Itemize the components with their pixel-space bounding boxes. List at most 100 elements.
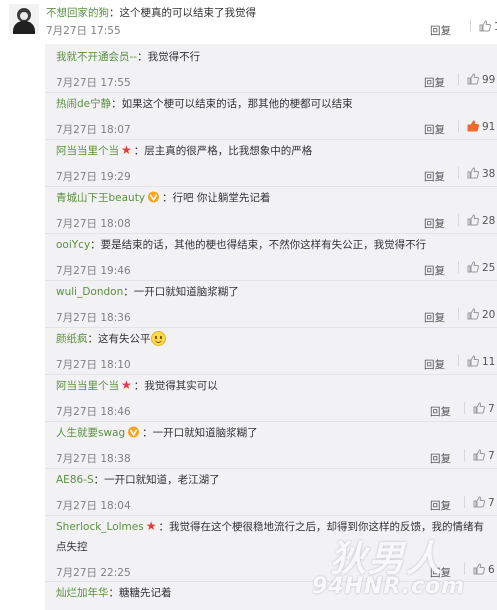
thumbs-up-icon xyxy=(467,355,479,367)
reply-username[interactable]: Sherlock_Lolmes xyxy=(56,521,144,533)
like-count: 99 xyxy=(482,74,496,86)
reply-text-line: 颜纸疯：这有失公平 xyxy=(56,331,166,346)
reply-text: ：糖糖先记着 xyxy=(108,587,172,599)
reply-date: 7月27日 18:46 xyxy=(56,406,131,418)
comment-date: 7月27日 17:55 xyxy=(46,25,121,37)
top-comment: 不想回家的狗：这个梗真的可以结束了我觉得 7月27日 17:55 回复 10 xyxy=(0,0,497,44)
like-button[interactable]: 7 xyxy=(464,496,495,509)
reply-text-line: 阿当当里个当 ★ ：层主真的很严格，比我想象中的严格 xyxy=(56,143,312,158)
like-button[interactable]: 7 xyxy=(464,402,495,415)
divider xyxy=(45,581,497,582)
reply-date: 7月27日 17:55 xyxy=(56,77,131,89)
reply-username[interactable]: 颜纸疯 xyxy=(56,333,88,345)
reply-button[interactable]: 回复 xyxy=(424,169,445,184)
reply-text-line: 热闹de宁静：如果这个梗可以结束的话，那其他的梗都可以结束 xyxy=(56,96,353,111)
thumbs-up-icon xyxy=(473,402,485,414)
divider xyxy=(458,167,459,179)
reply-text: ：如果这个梗可以结束的话，那其他的梗都可以结束 xyxy=(111,98,353,110)
reply-username[interactable]: 阿当当里个当 xyxy=(56,145,119,157)
comment-text-line: 不想回家的狗：这个梗真的可以结束了我觉得 xyxy=(46,5,256,20)
thumbs-up-icon xyxy=(473,563,485,575)
reply-username[interactable]: wuli_Dondon xyxy=(56,286,123,298)
divider xyxy=(45,280,497,281)
divider xyxy=(45,421,497,422)
like-button[interactable]: 91 xyxy=(458,120,495,133)
like-button[interactable]: 11 xyxy=(458,355,495,368)
reply-text-line: wuli_Dondon：一开口就知道脑浆糊了 xyxy=(56,284,239,299)
reply-username[interactable]: 灿烂加年华 xyxy=(56,587,109,599)
thumbs-up-icon xyxy=(473,496,485,508)
reply-button[interactable]: 回复 xyxy=(424,75,445,90)
reply-date: 7月27日 18:10 xyxy=(56,359,131,371)
reply-button[interactable]: 回复 xyxy=(424,122,445,137)
thumbs-up-icon xyxy=(467,261,479,273)
thumbs-up-icon xyxy=(467,214,479,226)
like-count: 7 xyxy=(488,450,495,462)
like-button[interactable]: 6 xyxy=(464,563,495,576)
star-badge-icon: ★ xyxy=(121,143,132,157)
smile-emoji-icon xyxy=(150,331,166,346)
reply-button[interactable]: 回复 xyxy=(430,404,451,419)
reply-button[interactable]: 回复 xyxy=(430,23,451,38)
like-count: 91 xyxy=(482,121,496,133)
comment-username[interactable]: 不想回家的狗 xyxy=(46,7,109,19)
like-button[interactable]: 25 xyxy=(458,261,495,274)
thumbs-up-icon xyxy=(467,120,479,132)
thumbs-up-icon xyxy=(479,20,491,32)
divider xyxy=(45,233,497,234)
like-count: 7 xyxy=(488,403,495,415)
reply-username[interactable]: 阿当当里个当 xyxy=(56,380,119,392)
divider xyxy=(458,261,459,273)
divider xyxy=(45,139,497,140)
divider xyxy=(45,374,497,375)
reply-button[interactable]: 回复 xyxy=(424,310,445,325)
reply-button[interactable]: 回复 xyxy=(430,451,451,466)
thumbs-up-icon xyxy=(473,449,485,461)
reply-text: ：我觉得不行 xyxy=(137,51,201,63)
reply-date: 7月27日 22:25 xyxy=(56,567,131,579)
reply-username[interactable]: AE86-S xyxy=(56,474,94,486)
reply-text: ：这有失公平 xyxy=(87,333,151,345)
reply-date: 7月27日 19:29 xyxy=(56,171,131,183)
reply-username[interactable]: ooiYcy xyxy=(56,239,90,251)
reply-text: ：行吧 你让躺堂先记着 xyxy=(162,192,271,204)
like-count: 11 xyxy=(482,356,496,368)
reply-text: ：层主真的很严格，比我想象中的严格 xyxy=(133,145,313,157)
reply-button[interactable]: 回复 xyxy=(430,565,451,580)
divider xyxy=(470,20,471,32)
reply-text: ：要是结束的话，其他的梗也得结束，不然你这样有失公正，我觉得不行 xyxy=(90,239,427,251)
reply-button[interactable]: 回复 xyxy=(424,216,445,231)
reply-thread: 我就不开通会员--：我觉得不行 7月27日 17:55 回复 99 热闹de宁静：如果这… xyxy=(45,44,497,610)
reply-text-line: 阿当当里个当 ★ ：我觉得其实可以 xyxy=(56,378,218,393)
like-button[interactable]: 28 xyxy=(458,214,495,227)
reply-text-line: AE86-S：一开口就知道，老江湖了 xyxy=(56,472,220,487)
reply-text-line: 我就不开通会员--：我觉得不行 xyxy=(56,49,200,64)
divider xyxy=(464,402,465,414)
like-count: 6 xyxy=(488,564,495,576)
reply-text-line: 灿烂加年华：糖糖先记着 xyxy=(56,585,172,600)
reply-username[interactable]: 青城山下王beauty xyxy=(56,192,145,204)
reply-text-line: 人生就要swag ：一开口就知道脑浆糊了 xyxy=(56,425,258,440)
like-button[interactable]: 99 xyxy=(458,73,495,86)
vip-badge-icon xyxy=(148,191,160,203)
reply-date: 7月27日 18:38 xyxy=(56,453,131,465)
like-button[interactable]: 20 xyxy=(458,308,495,321)
divider xyxy=(464,449,465,461)
reply-button[interactable]: 回复 xyxy=(424,263,445,278)
reply-text-continued: 点失控 xyxy=(56,541,88,553)
divider xyxy=(464,563,465,575)
like-button[interactable]: 7 xyxy=(464,449,495,462)
comment-text: ：这个梗真的可以结束了我觉得 xyxy=(109,7,256,19)
like-button[interactable]: 38 xyxy=(458,167,495,180)
reply-button[interactable]: 回复 xyxy=(430,498,451,513)
reply-username[interactable]: 人生就要swag xyxy=(56,427,125,439)
avatar[interactable] xyxy=(9,4,39,34)
reply-username[interactable]: 热闹de宁静 xyxy=(56,98,111,110)
reply-button[interactable]: 回复 xyxy=(424,357,445,372)
divider xyxy=(45,186,497,187)
reply-username[interactable]: 我就不开通会员-- xyxy=(56,51,137,63)
divider xyxy=(45,92,497,93)
like-button[interactable]: 10 xyxy=(470,20,497,33)
reply-text: ：我觉得其实可以 xyxy=(133,380,218,392)
divider xyxy=(458,120,459,132)
